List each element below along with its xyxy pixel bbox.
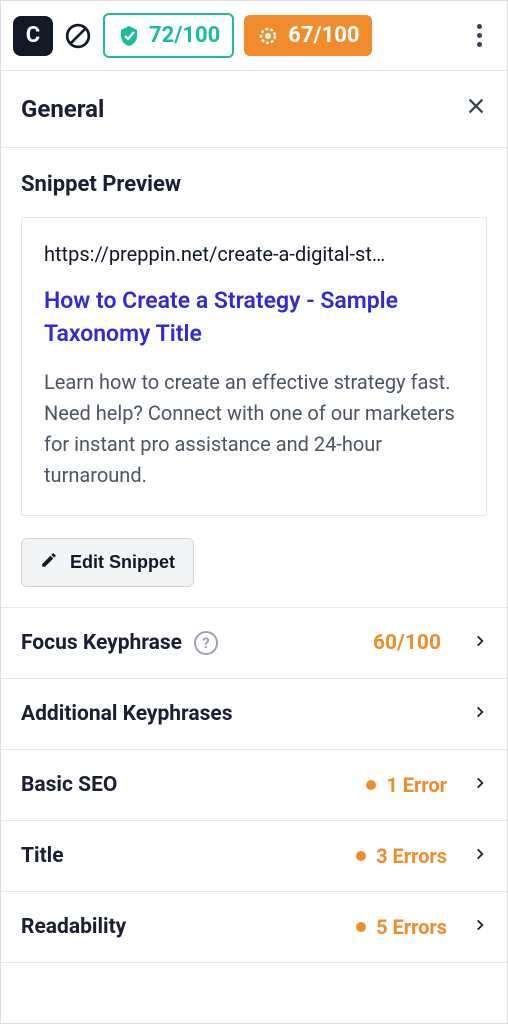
row-label: Additional Keyphrases bbox=[21, 702, 233, 726]
snippet-title: How to Create a Strategy - Sample Taxono… bbox=[44, 284, 464, 351]
row-basic-seo[interactable]: Basic SEO 1 Error bbox=[1, 749, 507, 820]
check-shield-icon bbox=[117, 24, 141, 48]
row-focus-keyphrase[interactable]: Focus Keyphrase ? 60/100 bbox=[1, 607, 507, 678]
gear-badge-icon bbox=[256, 24, 280, 48]
error-count: 5 Errors bbox=[376, 915, 447, 939]
error-badge: 5 Errors bbox=[356, 915, 447, 939]
row-title[interactable]: Title 3 Errors bbox=[1, 820, 507, 891]
edit-snippet-label: Edit Snippet bbox=[70, 552, 175, 573]
score-green-value: 72/100 bbox=[149, 23, 220, 48]
chevron-right-icon bbox=[473, 630, 487, 656]
edit-snippet-button[interactable]: Edit Snippet bbox=[21, 538, 194, 587]
error-count: 3 Errors bbox=[376, 844, 447, 868]
section-title: General bbox=[21, 95, 104, 123]
more-menu-button[interactable] bbox=[463, 24, 495, 47]
status-dot-icon bbox=[356, 922, 366, 932]
snippet-box: https://preppin.net/create-a-digital-st…… bbox=[21, 217, 487, 516]
error-badge: 1 Error bbox=[366, 773, 447, 797]
chevron-right-icon bbox=[473, 914, 487, 940]
status-dot-icon bbox=[366, 780, 376, 790]
app-header: C 72/100 67/100 bbox=[1, 1, 507, 71]
disabled-icon[interactable] bbox=[63, 21, 93, 51]
snippet-preview-section: Snippet Preview https://preppin.net/crea… bbox=[1, 148, 507, 607]
row-label: Title bbox=[21, 844, 64, 868]
error-count: 1 Error bbox=[386, 773, 447, 797]
app-logo: C bbox=[13, 16, 53, 56]
snippet-heading: Snippet Preview bbox=[21, 172, 487, 197]
chevron-right-icon bbox=[473, 772, 487, 798]
error-badge: 3 Errors bbox=[356, 844, 447, 868]
snippet-description: Learn how to create an effective strateg… bbox=[44, 367, 464, 491]
row-readability[interactable]: Readability 5 Errors bbox=[1, 891, 507, 963]
chevron-right-icon bbox=[473, 701, 487, 727]
row-label: Readability bbox=[21, 915, 126, 939]
score-green-pill[interactable]: 72/100 bbox=[103, 13, 234, 58]
section-header: General bbox=[1, 71, 507, 148]
row-label: Focus Keyphrase bbox=[21, 631, 182, 655]
score-orange-pill[interactable]: 67/100 bbox=[244, 15, 371, 56]
chevron-right-icon bbox=[473, 843, 487, 869]
status-dot-icon bbox=[356, 851, 366, 861]
focus-keyphrase-score: 60/100 bbox=[373, 631, 441, 655]
snippet-url: https://preppin.net/create-a-digital-st… bbox=[44, 242, 464, 266]
pencil-icon bbox=[40, 551, 58, 574]
row-additional-keyphrases[interactable]: Additional Keyphrases bbox=[1, 678, 507, 749]
score-orange-value: 67/100 bbox=[288, 23, 359, 48]
close-icon[interactable] bbox=[465, 95, 487, 123]
row-label: Basic SEO bbox=[21, 773, 117, 797]
help-icon[interactable]: ? bbox=[194, 631, 218, 655]
